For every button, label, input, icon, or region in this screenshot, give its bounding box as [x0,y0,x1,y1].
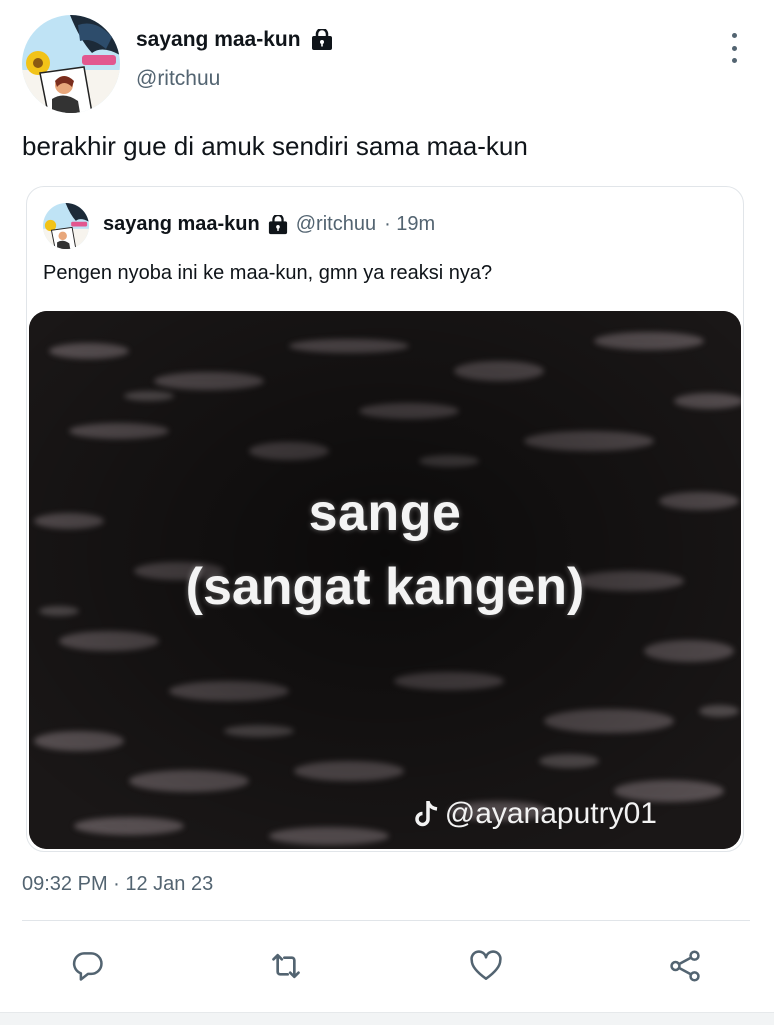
share-button[interactable] [665,946,705,986]
share-icon [670,950,700,982]
like-button[interactable] [466,946,506,986]
divider [22,920,750,921]
retweet-icon [272,953,300,979]
quote-tweet-card[interactable]: sayang maa-kun @ritchuu · 19m Pengen nyo… [26,186,744,852]
quote-author-avatar[interactable] [43,203,89,249]
author-avatar[interactable] [22,15,120,113]
quote-author-name[interactable]: sayang maa-kun [103,213,260,236]
tweet-actions-bar [0,940,774,1000]
quote-time: · 19m [384,213,436,235]
author-handle[interactable]: @ritchuu [136,67,220,91]
author-name[interactable]: sayang maa-kun [136,28,301,52]
tiktok-icon [413,799,441,829]
heart-icon [470,950,502,980]
tweet-timestamp[interactable]: 09:32 PM · 12 Jan 23 [22,873,213,896]
quote-header: sayang maa-kun @ritchuu · 19m [103,213,435,236]
retweet-button[interactable] [266,946,306,986]
more-options-button[interactable] [722,33,746,63]
author-name-row[interactable]: sayang maa-kun [136,27,333,52]
reply-icon [72,952,103,981]
media-watermark: @ayanaputry01 [413,797,657,831]
lock-icon [311,27,333,51]
quote-media-image[interactable]: sange (sangat kangen) @ayanaputry01 [29,311,741,849]
reply-button[interactable] [68,946,108,986]
tweet-text: berakhir gue di amuk sendiri sama maa-ku… [22,131,528,161]
lock-icon [268,213,288,235]
quote-text: Pengen nyoba ini ke maa-kun, gmn ya reak… [43,262,493,284]
more-vertical-icon [731,33,737,38]
watermark-text: @ayanaputry01 [444,797,657,830]
bottom-separator [0,1012,774,1025]
quote-author-handle[interactable]: @ritchuu [296,213,376,236]
media-caption-line2: (sangat kangen) [185,558,585,616]
media-caption-line1: sange [308,484,462,542]
tweet-header: sayang maa-kun @ritchuu [0,0,774,120]
